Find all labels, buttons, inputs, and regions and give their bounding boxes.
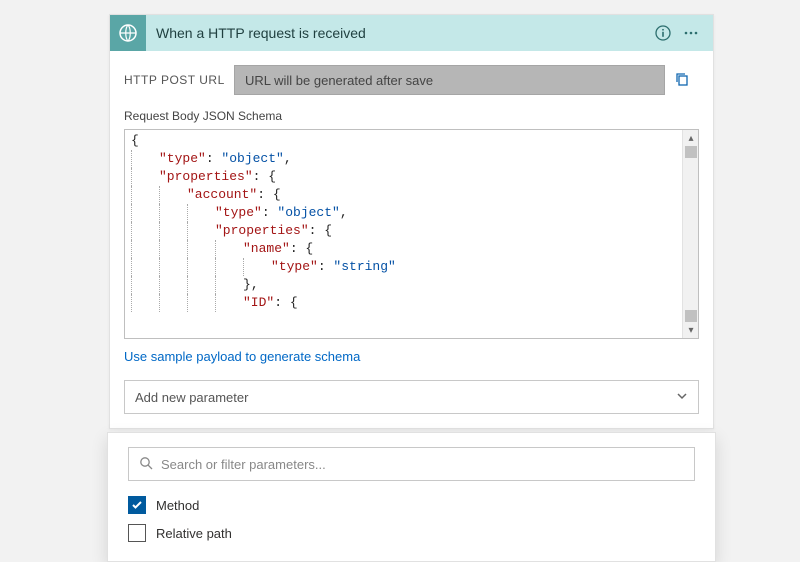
- parameter-search-input[interactable]: [161, 457, 684, 472]
- add-new-parameter-label: Add new parameter: [135, 390, 248, 405]
- http-post-url-row: HTTP POST URL URL will be generated afte…: [124, 63, 699, 97]
- search-icon: [139, 456, 153, 473]
- parameter-search-box[interactable]: [128, 447, 695, 481]
- schema-label: Request Body JSON Schema: [124, 109, 699, 123]
- checkbox-unchecked-icon[interactable]: [128, 524, 146, 542]
- add-new-parameter-dropdown[interactable]: Add new parameter: [124, 380, 699, 414]
- http-post-url-label: HTTP POST URL: [124, 73, 234, 87]
- scroll-down-icon[interactable]: ▾: [683, 322, 699, 338]
- card-header: When a HTTP request is received: [110, 15, 713, 51]
- parameter-option-label: Relative path: [156, 526, 232, 541]
- checkbox-checked-icon[interactable]: [128, 496, 146, 514]
- code-line: "name": {: [131, 240, 692, 258]
- use-sample-payload-link[interactable]: Use sample payload to generate schema: [124, 349, 699, 364]
- parameter-option[interactable]: Method: [128, 491, 695, 519]
- trigger-card: When a HTTP request is received HTTP POS…: [109, 14, 714, 429]
- code-line: "type": "object",: [131, 150, 692, 168]
- code-line: "ID": {: [131, 294, 692, 312]
- info-icon[interactable]: [649, 19, 677, 47]
- scroll-up-icon[interactable]: ▴: [683, 130, 699, 146]
- parameter-option[interactable]: Relative path: [128, 519, 695, 547]
- card-title: When a HTTP request is received: [146, 25, 649, 41]
- code-line: },: [131, 276, 692, 294]
- editor-scrollbar[interactable]: ▴ ▾: [682, 130, 698, 338]
- json-schema-editor[interactable]: {"type": "object","properties": {"accoun…: [124, 129, 699, 339]
- scroll-thumb-top[interactable]: [685, 146, 697, 158]
- parameter-dropdown-panel: Method Relative path: [107, 432, 716, 562]
- scroll-thumb-bottom[interactable]: [685, 310, 697, 322]
- parameter-option-label: Method: [156, 498, 199, 513]
- code-line: "type": "string": [131, 258, 692, 276]
- code-line: "properties": {: [131, 168, 692, 186]
- http-trigger-icon: [110, 15, 146, 51]
- more-icon[interactable]: [677, 19, 705, 47]
- chevron-down-icon: [676, 390, 688, 405]
- http-post-url-value: URL will be generated after save: [234, 65, 665, 95]
- copy-url-button[interactable]: [665, 71, 699, 90]
- code-line: {: [131, 132, 692, 150]
- code-line: "type": "object",: [131, 204, 692, 222]
- code-line: "account": {: [131, 186, 692, 204]
- card-body: HTTP POST URL URL will be generated afte…: [110, 51, 713, 428]
- code-line: "properties": {: [131, 222, 692, 240]
